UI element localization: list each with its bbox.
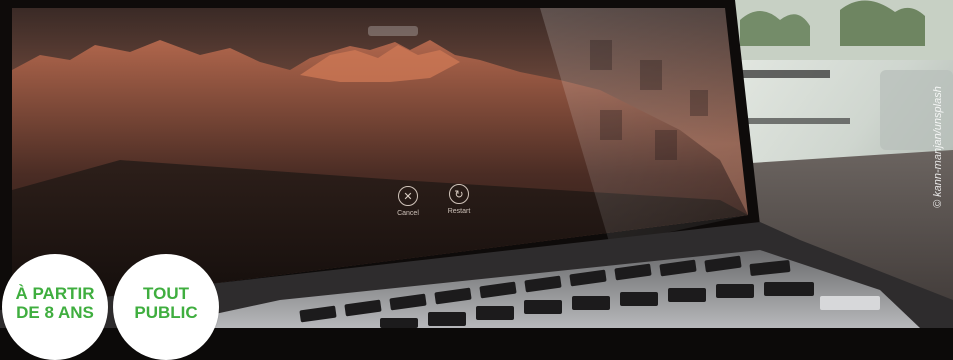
age-badge: À PARTIR DE 8 ANS [2,254,108,360]
cancel-label: Cancel [397,210,419,217]
restart-label: Restart [447,208,471,215]
restart-icon: ↻ [449,184,469,204]
age-badge-line1: À PARTIR [15,284,95,303]
photo-credit: © kann-manjan/unsplash [932,86,944,208]
audience-badge-line2: PUBLIC [134,303,198,322]
restart-button[interactable]: ↻ Restart [429,184,489,230]
age-badge-line2: DE 8 ANS [16,303,94,322]
audience-badge-line1: TOUT [143,284,189,303]
audience-badge: TOUT PUBLIC [113,254,219,360]
close-icon: ✕ [398,186,418,206]
